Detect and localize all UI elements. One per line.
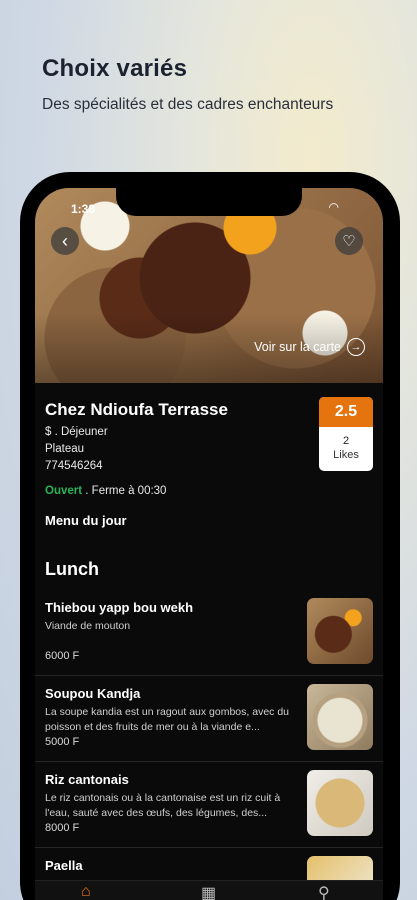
- menu-item-photo: [307, 684, 373, 750]
- menu-item-price: 6000 F: [45, 650, 80, 662]
- search-icon[interactable]: ⚲: [318, 883, 330, 900]
- restaurant-area: Plateau: [45, 443, 85, 455]
- status-time: 1:38: [71, 202, 96, 216]
- menu-item-description: La soupe kandia est un ragout aux gombos…: [45, 706, 290, 733]
- menu-item[interactable]: Thiebou yapp bou wekh Viande de mouton 6…: [35, 590, 383, 676]
- chevron-left-icon: ‹: [62, 231, 68, 251]
- closing-time: . Ferme à 00:30: [82, 485, 167, 497]
- wifi-icon: ◠: [328, 200, 339, 214]
- view-on-map-link[interactable]: Voir sur la carte →: [254, 338, 365, 356]
- menu-item-description: Le riz cantonais ou à la cantonaise est …: [45, 792, 281, 819]
- promo-subtitle: Des spécialités et des cadres enchanteur…: [42, 96, 334, 113]
- menu-item-photo: [307, 770, 373, 836]
- restaurant-phone[interactable]: 774546264: [45, 460, 103, 472]
- likes-label: Likes: [333, 449, 359, 461]
- menu-item-name: Soupou Kandja: [45, 686, 141, 701]
- restaurant-name: Chez Ndioufa Terrasse: [45, 400, 228, 419]
- phone-notch: [116, 188, 302, 216]
- restaurant-hero-image: 1:38 ◠ ‹ ♡ Voir sur la carte →: [35, 188, 383, 383]
- map-link-label: Voir sur la carte: [254, 340, 341, 354]
- calendar-icon[interactable]: ▦: [201, 883, 216, 900]
- menu-section-title: Lunch: [45, 559, 99, 579]
- open-status: Ouvert: [45, 485, 83, 497]
- likes-count: 2: [342, 435, 350, 447]
- menu-item-name: Riz cantonais: [45, 772, 129, 787]
- back-button[interactable]: ‹: [51, 227, 79, 255]
- menu-item-price: 8000 F: [45, 822, 80, 834]
- app-screen: 1:38 ◠ ‹ ♡ Voir sur la carte → Chez Ndio…: [35, 188, 383, 900]
- menu-item-photo: [307, 598, 373, 664]
- menu-item-description: Viande de mouton: [45, 620, 131, 632]
- rating-score: 2.5: [319, 397, 373, 427]
- menu-item-price: 5000 F: [45, 736, 80, 748]
- menu-item[interactable]: Soupou Kandja La soupe kandia est un rag…: [35, 676, 383, 762]
- heart-icon: ♡: [342, 232, 356, 250]
- favorite-button[interactable]: ♡: [335, 227, 363, 255]
- menu-item[interactable]: Riz cantonais Le riz cantonais ou à la c…: [35, 762, 383, 848]
- menu-item-name: Thiebou yapp bou wekh: [45, 600, 194, 615]
- menu-of-the-day-title: Menu du jour: [45, 513, 127, 528]
- arrow-right-icon: →: [347, 338, 365, 356]
- rating-card[interactable]: 2.5 2 Likes: [319, 397, 373, 471]
- promo-title: Choix variés: [42, 55, 188, 82]
- restaurant-category: $ . Déjeuner: [45, 426, 108, 438]
- bottom-tab-bar: ⌂ ▦ ⚲: [35, 880, 383, 900]
- opening-hours: Ouvert . Ferme à 00:30: [45, 485, 166, 497]
- home-icon[interactable]: ⌂: [81, 883, 91, 900]
- menu-item-name: Paella: [45, 858, 83, 873]
